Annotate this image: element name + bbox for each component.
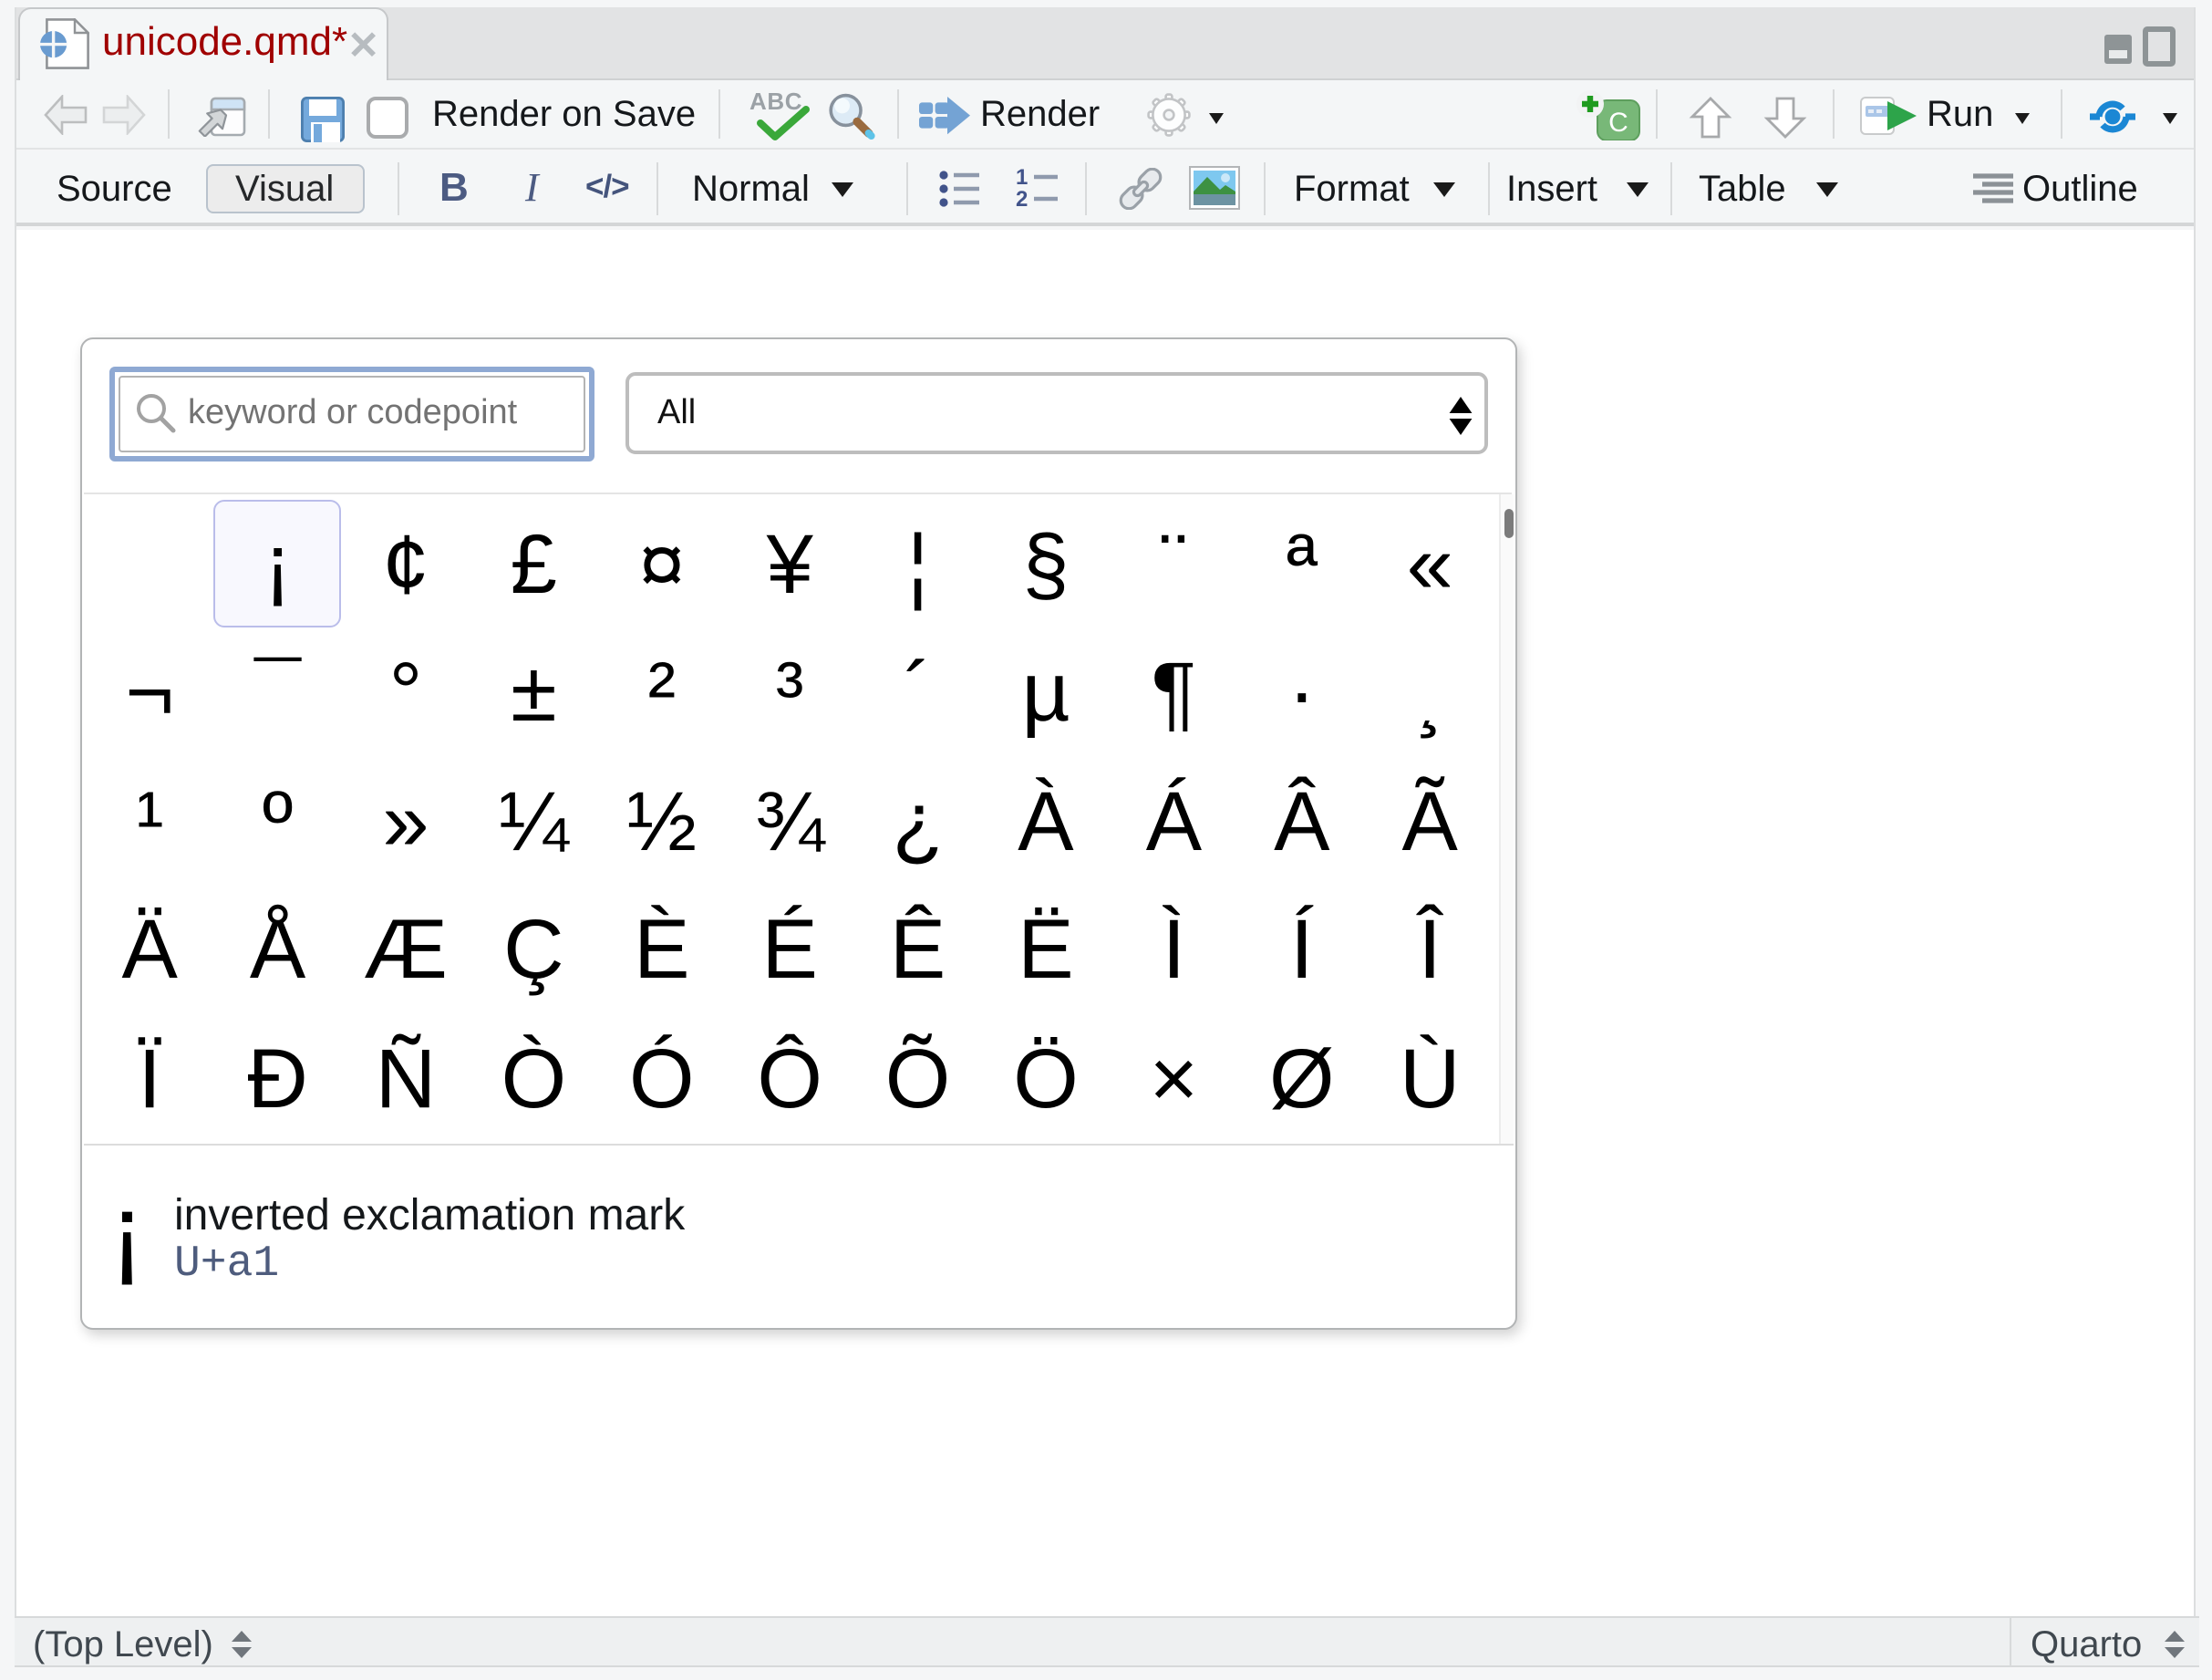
- svg-text:C: C: [1608, 108, 1628, 138]
- svg-text:2: 2: [1016, 187, 1028, 208]
